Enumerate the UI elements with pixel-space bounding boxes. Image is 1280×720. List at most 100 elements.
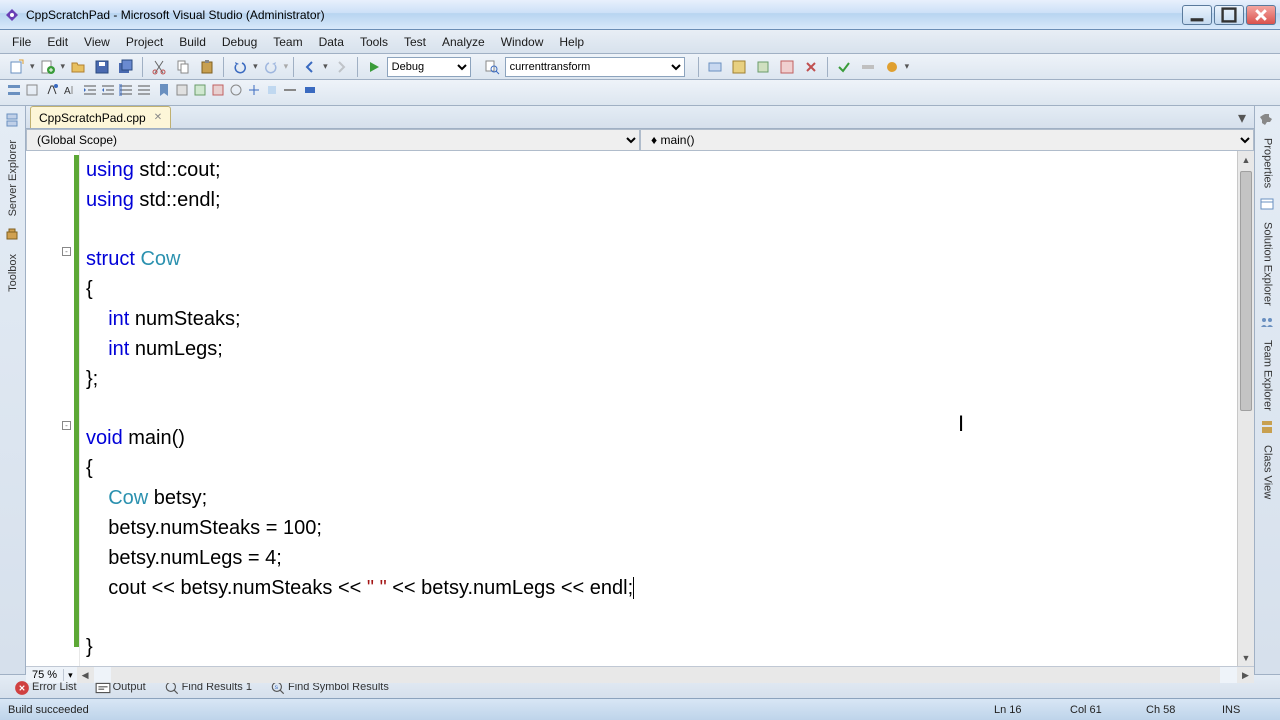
menu-view[interactable]: View xyxy=(76,33,118,51)
right-rail: Properties Solution Explorer Team Explor… xyxy=(1254,106,1280,674)
menu-bar: File Edit View Project Build Debug Team … xyxy=(0,30,1280,54)
uncomment-button[interactable] xyxy=(136,82,152,103)
close-button[interactable] xyxy=(1246,5,1276,25)
menu-window[interactable]: Window xyxy=(493,33,552,51)
code-margin: - - xyxy=(26,151,80,666)
start-debug-button[interactable] xyxy=(363,56,385,78)
tb-icon-g[interactable] xyxy=(857,56,879,78)
tb2-i[interactable] xyxy=(246,82,262,103)
team-explorer-tab[interactable]: Team Explorer xyxy=(1260,334,1276,417)
menu-analyze[interactable]: Analyze xyxy=(434,33,493,51)
menu-help[interactable]: Help xyxy=(551,33,592,51)
tb2-e[interactable] xyxy=(174,82,190,103)
output-icon xyxy=(95,680,109,694)
tb-icon-a[interactable] xyxy=(704,56,726,78)
menu-project[interactable]: Project xyxy=(118,33,171,51)
bookmark-button[interactable] xyxy=(156,82,172,103)
menu-build[interactable]: Build xyxy=(171,33,214,51)
new-project-button[interactable] xyxy=(6,56,28,78)
open-button[interactable] xyxy=(67,56,89,78)
document-tab-label: CppScratchPad.cpp xyxy=(39,111,146,125)
tb-icon-e[interactable] xyxy=(800,56,822,78)
save-button[interactable] xyxy=(91,56,113,78)
transform-dropdown[interactable]: currenttransform xyxy=(505,57,685,77)
comment-button[interactable] xyxy=(118,82,134,103)
decrease-indent-button[interactable] xyxy=(82,82,98,103)
solution-explorer-icon[interactable] xyxy=(1259,196,1277,214)
outline-toggle-main[interactable]: - xyxy=(62,421,71,430)
error-list-tab[interactable]: Error List xyxy=(6,678,85,696)
code-editor[interactable]: using std::cout; using std::endl; struct… xyxy=(80,151,1237,666)
status-ins: INS xyxy=(1222,704,1272,716)
menu-test[interactable]: Test xyxy=(396,33,434,51)
class-view-icon[interactable] xyxy=(1259,419,1277,437)
minimize-button[interactable] xyxy=(1182,5,1212,25)
status-ch: Ch 58 xyxy=(1146,704,1196,716)
navigate-back-button[interactable] xyxy=(299,56,321,78)
window-title: CppScratchPad - Microsoft Visual Studio … xyxy=(26,8,1180,22)
menu-debug[interactable]: Debug xyxy=(214,33,265,51)
cut-button[interactable] xyxy=(148,56,170,78)
toolbox-tab[interactable]: Toolbox xyxy=(5,248,21,298)
secondary-toolbar: A xyxy=(0,80,1280,106)
menu-file[interactable]: File xyxy=(4,33,39,51)
tab-overflow-button[interactable]: ▾ xyxy=(1230,108,1254,128)
find-in-files-button[interactable] xyxy=(481,56,503,78)
status-bar: Build succeeded Ln 16 Col 61 Ch 58 INS xyxy=(0,698,1280,720)
solution-explorer-tab[interactable]: Solution Explorer xyxy=(1260,216,1276,312)
outline-toggle-struct[interactable]: - xyxy=(62,247,71,256)
menu-edit[interactable]: Edit xyxy=(39,33,76,51)
server-explorer-tab[interactable]: Server Explorer xyxy=(5,134,21,222)
hscroll-right[interactable]: ▶ xyxy=(1237,667,1254,683)
tb2-a[interactable] xyxy=(6,82,22,103)
tb2-l[interactable] xyxy=(302,82,318,103)
copy-button[interactable] xyxy=(172,56,194,78)
menu-team[interactable]: Team xyxy=(265,33,310,51)
title-bar: CppScratchPad - Microsoft Visual Studio … xyxy=(0,0,1280,30)
tb2-h[interactable] xyxy=(228,82,244,103)
tb2-k[interactable] xyxy=(282,82,298,103)
tb-icon-c[interactable] xyxy=(752,56,774,78)
horizontal-scrollbar[interactable] xyxy=(111,667,1220,683)
navigate-forward-button[interactable] xyxy=(330,56,352,78)
scroll-up-arrow[interactable]: ▲ xyxy=(1238,151,1254,168)
tb2-c[interactable] xyxy=(44,82,60,103)
menu-data[interactable]: Data xyxy=(311,33,352,51)
document-tab[interactable]: CppScratchPad.cpp ✕ xyxy=(30,106,171,128)
document-tab-close[interactable]: ✕ xyxy=(152,112,164,123)
maximize-button[interactable] xyxy=(1214,5,1244,25)
tb2-f[interactable] xyxy=(192,82,208,103)
toolbox-icon[interactable] xyxy=(4,226,22,244)
document-tabstrip: CppScratchPad.cpp ✕ ▾ xyxy=(26,106,1254,129)
status-line: Ln 16 xyxy=(994,704,1044,716)
team-explorer-icon[interactable] xyxy=(1259,314,1277,332)
add-item-button[interactable] xyxy=(37,56,59,78)
scope-dropdown[interactable]: (Global Scope) xyxy=(26,129,640,151)
properties-tab[interactable]: Properties xyxy=(1260,132,1276,194)
increase-indent-button[interactable] xyxy=(100,82,116,103)
svg-text:s: s xyxy=(275,684,279,691)
tb-icon-h[interactable] xyxy=(881,56,903,78)
svg-text:A: A xyxy=(64,86,71,97)
config-dropdown[interactable]: Debug xyxy=(387,57,471,77)
menu-tools[interactable]: Tools xyxy=(352,33,396,51)
main-toolbar: ▾ ▾ ▾ ▾ ▾ Debug currenttransform ▾ xyxy=(0,54,1280,80)
properties-icon[interactable] xyxy=(1259,112,1277,130)
tb-icon-d[interactable] xyxy=(776,56,798,78)
undo-button[interactable] xyxy=(229,56,251,78)
tb2-j[interactable] xyxy=(264,82,280,103)
save-all-button[interactable] xyxy=(115,56,137,78)
paste-button[interactable] xyxy=(196,56,218,78)
tb-icon-f[interactable] xyxy=(833,56,855,78)
member-dropdown[interactable]: ♦ main() xyxy=(640,129,1254,151)
tb2-g[interactable] xyxy=(210,82,226,103)
scroll-down-arrow[interactable]: ▼ xyxy=(1238,649,1254,666)
tb-icon-b[interactable] xyxy=(728,56,750,78)
tb2-b[interactable] xyxy=(24,82,40,103)
server-explorer-icon[interactable] xyxy=(4,112,22,130)
redo-button[interactable] xyxy=(260,56,282,78)
scroll-thumb[interactable] xyxy=(1240,171,1252,411)
tb2-d[interactable]: A xyxy=(62,82,78,103)
class-view-tab[interactable]: Class View xyxy=(1260,439,1276,505)
vertical-scrollbar[interactable]: ▲ ▼ xyxy=(1237,151,1254,666)
